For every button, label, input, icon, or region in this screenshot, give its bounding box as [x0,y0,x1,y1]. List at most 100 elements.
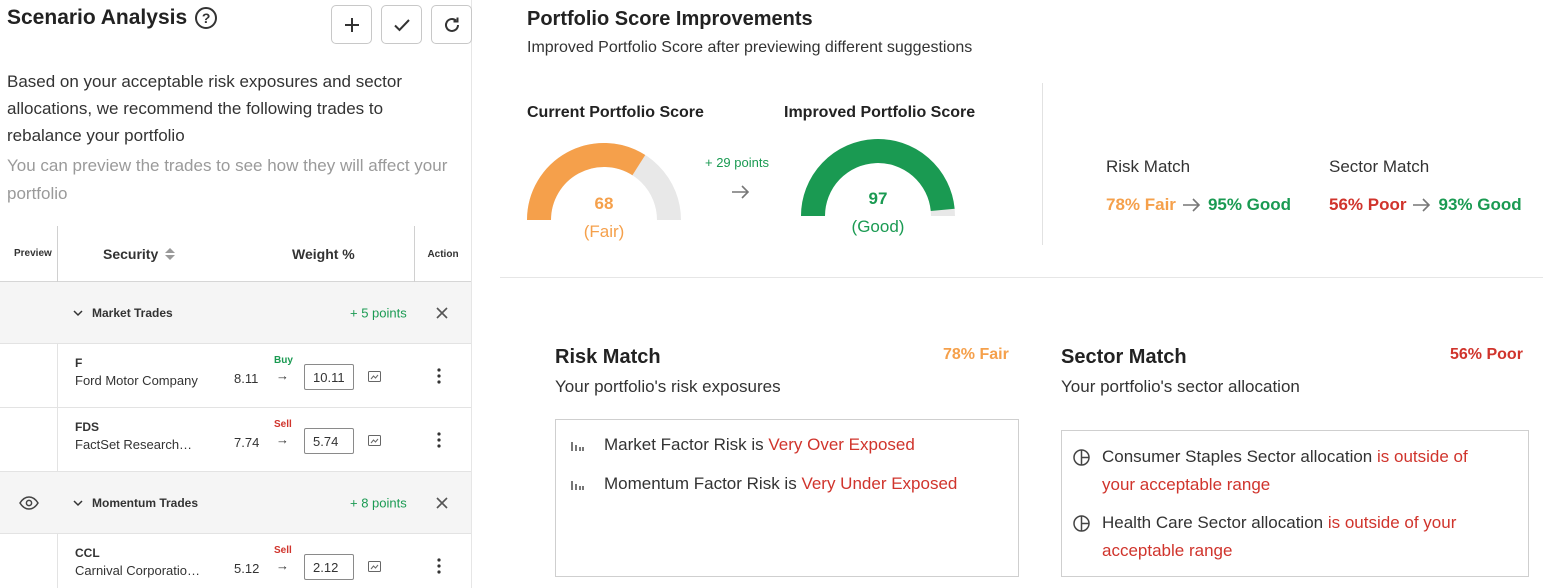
sector-card-title: Sector Match [1061,346,1187,368]
current-score-rating: (Fair) [583,222,625,241]
sector-allocation-box: Consumer Staples Sector allocation is ou… [1061,430,1529,577]
table-header: Preview Security Weight % Action [0,225,471,282]
toolbar [331,5,472,44]
chart-icon[interactable] [368,561,381,572]
scenario-hint: You can preview the trades to see how th… [7,156,448,203]
more-options-icon[interactable] [437,432,441,448]
ticker: FDS [75,420,99,434]
security-header[interactable]: Security [103,245,176,262]
sector-item: Health Care Sector allocation is outside… [1102,513,1457,560]
group-points: + 8 points [350,495,407,510]
bar-chart-icon [571,481,584,490]
company-name: FactSet Research… [75,437,193,452]
improved-score-rating: (Good) [851,217,905,236]
sector-match-label: Sector Match [1329,157,1430,176]
sector-card-badge: 56% Poor [1450,346,1523,363]
sector-item: Consumer Staples Sector allocation is ou… [1102,447,1468,494]
eye-icon[interactable] [19,495,39,510]
company-name: Ford Motor Company [75,373,198,388]
risk-card-badge: 78% Fair [943,346,1009,363]
bar-chart-icon [571,442,584,451]
trade-type-badge: Sell [274,419,292,430]
arrow-right-icon: → [276,368,289,383]
refresh-icon [444,17,459,32]
action-header: Action [414,226,471,282]
new-weight-input[interactable] [304,428,354,454]
arrow-right-icon [1182,198,1201,212]
risk-match-label: Risk Match [1106,157,1191,176]
group-row-momentum[interactable]: Momentum Trades + 8 points [0,472,471,534]
close-icon[interactable] [434,495,450,511]
current-weight: 7.74 [234,435,260,450]
preview-cell [0,344,58,407]
trades-table: Preview Security Weight % Action Market … [0,225,471,588]
weight-header: Weight % [292,245,355,262]
company-name: Carnival Corporatio… [75,563,200,578]
risk-item: Momentum Factor Risk is Very Under Expos… [604,474,958,493]
chevron-down-icon[interactable] [72,497,84,509]
chart-icon[interactable] [368,371,381,382]
group-points: + 5 points [350,305,407,320]
sector-card-subtitle: Your portfolio's sector allocation [1061,377,1300,396]
security-header-label: Security [103,245,159,262]
sector-match-to: 93% Good [1438,195,1522,214]
reset-button[interactable] [431,5,472,44]
chevron-down-icon[interactable] [72,307,84,319]
sector-match-from: 56% Poor [1329,195,1407,214]
scenario-panel: Scenario Analysis ? Based on your accept… [0,0,472,588]
table-row: CCL Carnival Corporatio… 5.12 Sell → [0,534,471,588]
plus-icon [344,17,359,32]
pie-chart-icon [1073,449,1090,466]
group-row-market[interactable]: Market Trades + 5 points [0,282,471,344]
scenario-description: Based on your acceptable risk exposures … [7,72,403,145]
risk-match-to: 95% Good [1207,195,1292,214]
divider [500,277,1543,278]
current-weight: 5.12 [234,561,260,576]
points-gain: + 29 points [705,155,769,170]
risk-match-from: 78% Fair [1106,195,1176,214]
ticker: CCL [75,546,100,560]
risk-card-title: Risk Match [555,346,661,368]
preview-cell [0,534,58,588]
preview-header: Preview [0,225,58,282]
group-label: Market Trades [92,305,173,320]
arrow-right-icon: → [276,432,289,447]
improvements-title: Portfolio Score Improvements [527,8,813,30]
table-row: F Ford Motor Company 8.11 Buy → [0,344,471,408]
current-weight: 8.11 [234,371,259,386]
sort-icon[interactable] [165,247,176,260]
help-icon[interactable]: ? [195,7,218,29]
risk-card-subtitle: Your portfolio's risk exposures [555,377,781,396]
arrow-right-icon [732,185,750,199]
more-options-icon[interactable] [437,368,441,384]
page-title: Scenario Analysis [7,6,188,29]
close-icon[interactable] [434,305,450,321]
apply-button[interactable] [381,5,422,44]
current-score-value: 68 [594,194,614,213]
risk-item: Market Factor Risk is Very Over Exposed [604,435,915,454]
improved-score-label: Improved Portfolio Score [784,104,976,121]
risk-match-change: 78% Fair 95% Good [1106,195,1291,215]
table-row: FDS FactSet Research… 7.74 Sell → [0,408,471,472]
scenario-header: Scenario Analysis ? [7,6,218,30]
current-score-gauge [527,143,681,221]
ticker: F [75,356,83,370]
arrow-right-icon [1413,198,1431,212]
add-button[interactable] [331,5,372,44]
trade-type-badge: Sell [274,545,292,556]
more-options-icon[interactable] [437,558,441,574]
divider [1042,83,1043,245]
group-label: Momentum Trades [92,495,199,510]
preview-cell [0,408,58,471]
new-weight-input[interactable] [304,364,354,390]
improved-score-value: 97 [868,189,888,208]
trade-type-badge: Buy [274,355,293,366]
new-weight-input[interactable] [304,554,354,580]
sector-match-change: 56% Poor 93% Good [1329,195,1522,215]
pie-chart-icon [1073,515,1090,532]
current-score-label: Current Portfolio Score [527,104,704,121]
chart-icon[interactable] [368,435,381,446]
arrow-right-icon: → [276,558,289,573]
check-icon [393,18,410,31]
risk-exposures-box: Market Factor Risk is Very Over Exposed … [555,419,1019,577]
